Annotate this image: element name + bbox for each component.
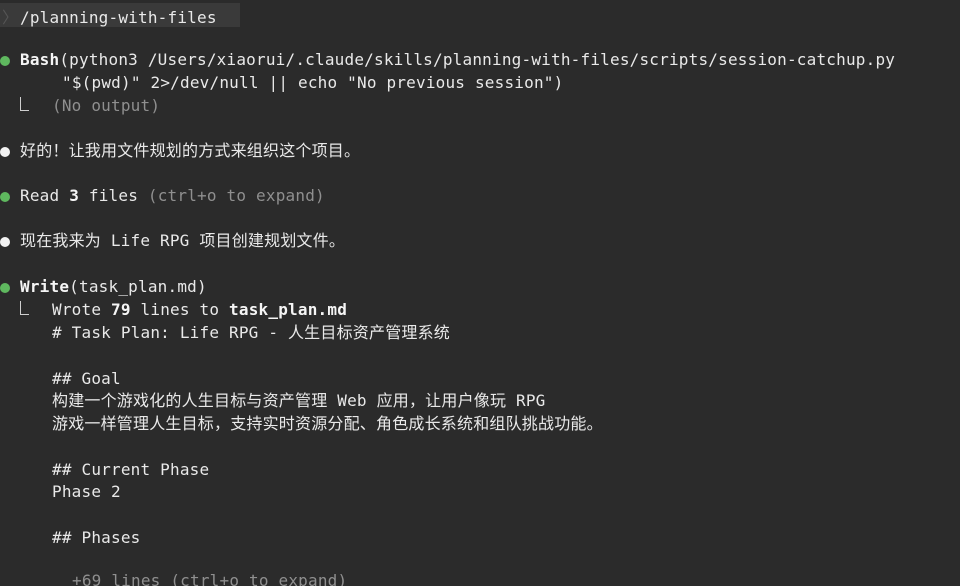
write-line-count: 79: [111, 300, 131, 319]
write-result-prefix: Wrote: [52, 300, 102, 319]
write-result-mid: lines to: [140, 300, 220, 319]
prompt-chevron-icon: 〉: [2, 8, 19, 27]
write-result: Wrote 79 lines to task_plan.md: [52, 299, 347, 321]
bash-call-line[interactable]: Bash(python3 /Users/xiaorui/.claude/skil…: [20, 49, 895, 71]
content-line: 构建一个游戏化的人生目标与资产管理 Web 应用，让用户像玩 RPG: [52, 391, 546, 410]
tool-name-write: Write: [20, 277, 70, 296]
command-prompt: 〉 /planning-with-files: [0, 3, 240, 27]
read-file-count: 3: [69, 186, 80, 205]
assistant-message-2: 现在我来为 Life RPG 项目创建规划文件。: [20, 231, 346, 250]
write-file-name: task_plan.md: [229, 300, 348, 319]
result-elbow-icon: [20, 97, 29, 111]
tool-name-read: Read: [20, 186, 60, 205]
bash-args-line2: "$(pwd)" 2>/dev/null || echo "No previou…: [62, 73, 564, 92]
expand-more-lines[interactable]: +69 lines (ctrl+o to expand): [72, 570, 347, 586]
write-args: (task_plan.md): [69, 277, 207, 296]
expand-hint: (ctrl+o to expand): [147, 186, 325, 205]
success-dot-icon: [0, 283, 10, 293]
content-line: 游戏一样管理人生目标，支持实时资源分配、角色成长系统和组队挑战功能。: [52, 414, 603, 433]
assistant-message-1: 好的！让我用文件规划的方式来组织这个项目。: [20, 141, 361, 160]
result-elbow-icon: [20, 301, 29, 315]
bash-output: (No output): [52, 96, 161, 115]
read-call-line[interactable]: Read 3 files (ctrl+o to expand): [20, 185, 325, 207]
bash-args-line1: (python3 /Users/xiaorui/.claude/skills/p…: [59, 50, 896, 69]
tool-name-bash: Bash: [20, 50, 60, 69]
command-text: /planning-with-files: [20, 8, 217, 27]
content-line: ## Phases: [52, 528, 141, 547]
content-line: ## Current Phase: [52, 460, 210, 479]
write-call-line[interactable]: Write(task_plan.md): [20, 276, 207, 298]
success-dot-icon: [0, 192, 10, 202]
read-files-unit: files: [88, 186, 139, 205]
content-line: ## Goal: [52, 369, 121, 388]
message-dot-icon: [0, 147, 10, 157]
message-dot-icon: [0, 237, 10, 247]
content-line: Phase 2: [52, 482, 121, 501]
content-line: # Task Plan: Life RPG - 人生目标资产管理系统: [52, 323, 450, 342]
success-dot-icon: [0, 56, 10, 66]
